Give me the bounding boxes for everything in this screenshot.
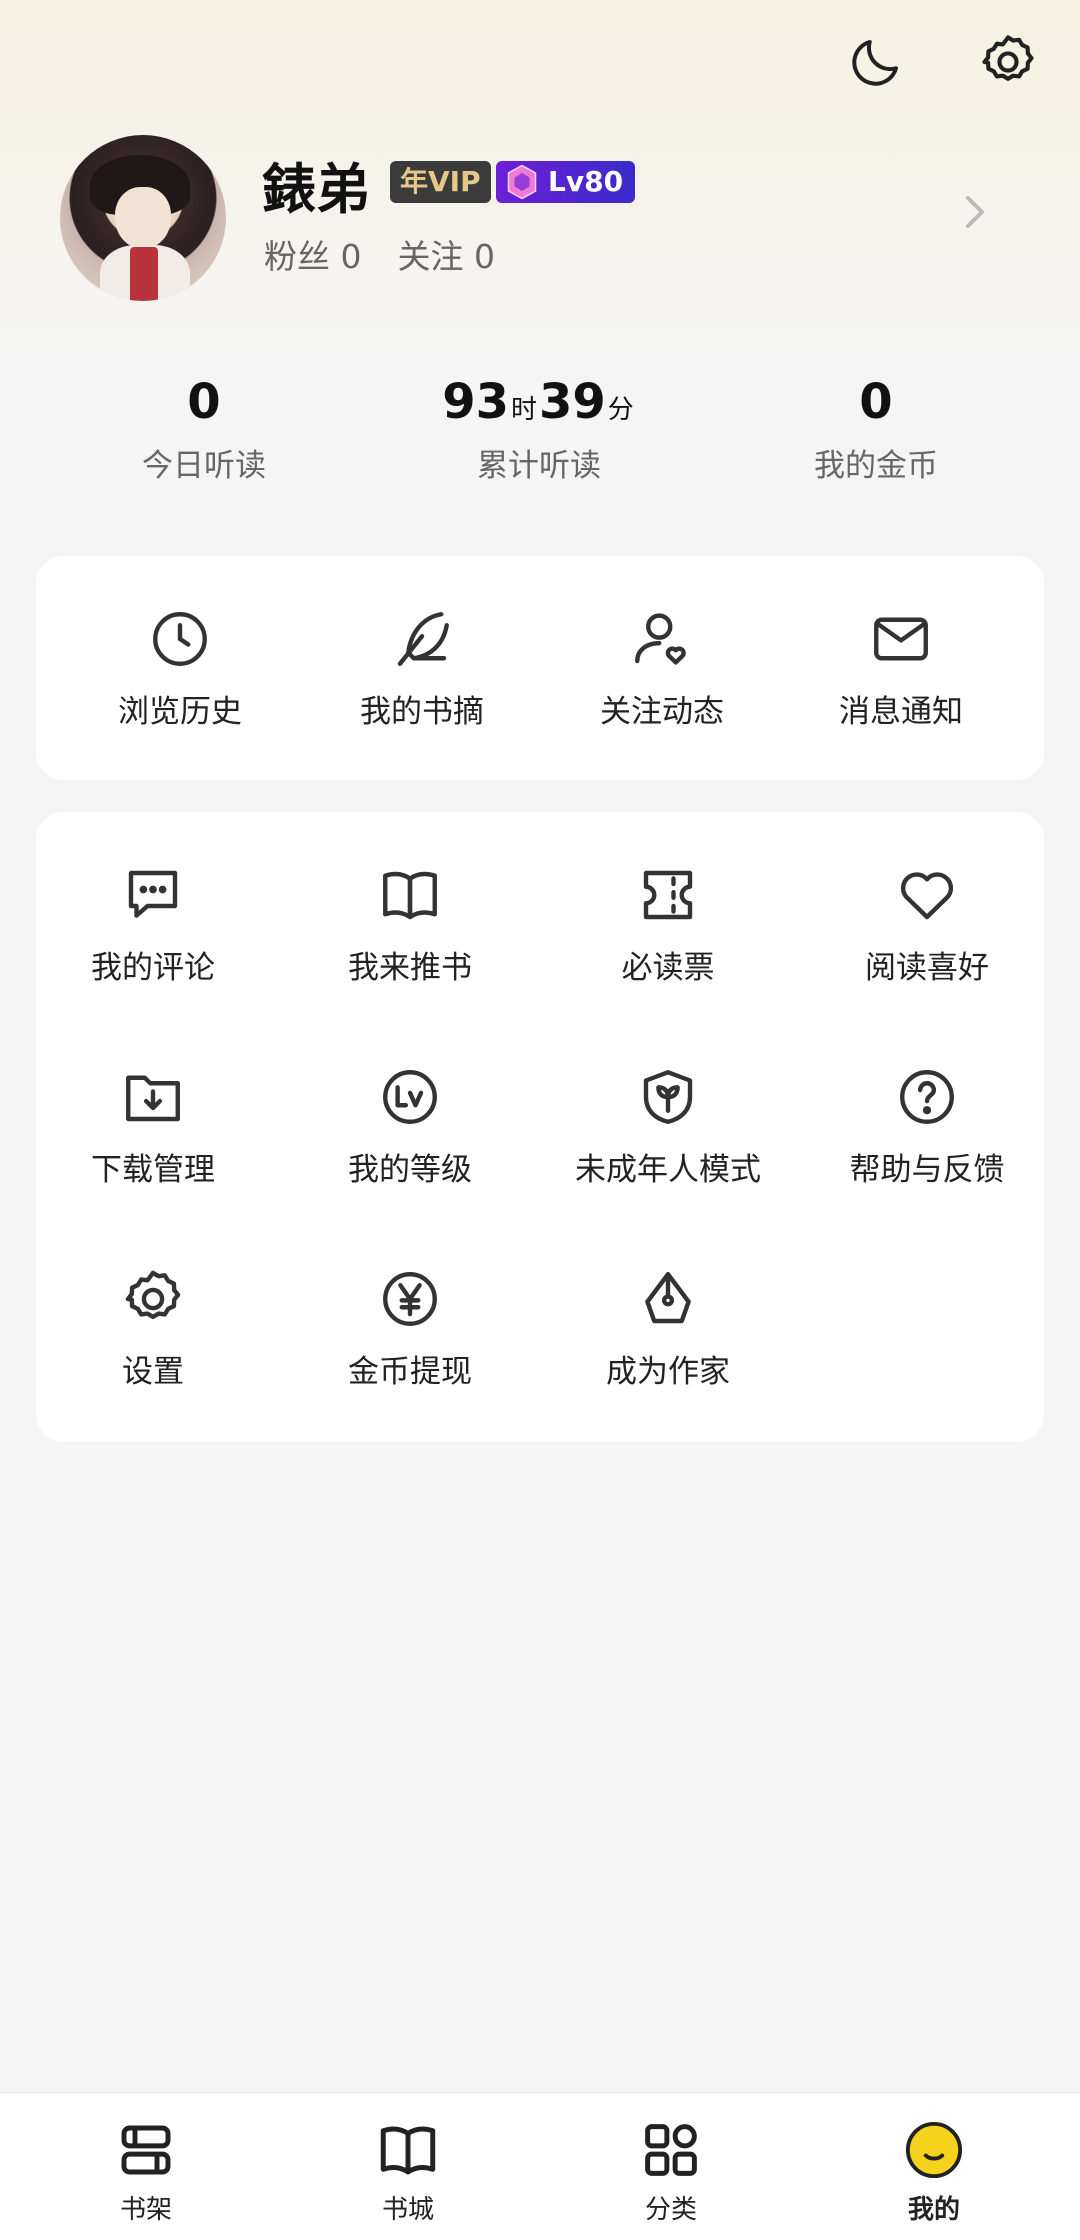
moon-icon	[852, 40, 898, 86]
menu-label: 我的书摘	[360, 694, 484, 730]
service-label: 我来推书	[348, 950, 472, 986]
stat-today-listen[interactable]: 0 今日听读	[74, 372, 334, 485]
service-label: 阅读喜好	[865, 950, 989, 986]
download-folder-icon	[126, 1075, 180, 1122]
smiley-icon	[905, 2121, 963, 2179]
stat-my-coins[interactable]: 0 我的金币	[746, 372, 1006, 485]
avatar[interactable]	[60, 135, 226, 301]
username: 錶弟	[262, 157, 370, 221]
service-label: 成为作家	[606, 1354, 730, 1390]
service-download-manager[interactable]: 下载管理	[43, 1064, 263, 1189]
menu-my-excerpts[interactable]: 我的书摘	[312, 606, 532, 731]
level-badge-text: Lv80	[548, 165, 624, 198]
stat-label: 我的金币	[814, 448, 938, 484]
service-my-level[interactable]: 我的等级	[300, 1064, 520, 1189]
chevron-right-icon	[966, 196, 984, 228]
menu-notifications[interactable]: 消息通知	[791, 606, 1011, 731]
clock-icon	[153, 612, 207, 666]
stat-value: 0	[859, 374, 893, 430]
level-icon	[383, 1070, 437, 1124]
user-heart-icon	[635, 613, 686, 665]
heart-icon	[900, 872, 954, 920]
service-my-comments[interactable]: 我的评论	[43, 862, 263, 987]
menu-label: 消息通知	[839, 694, 963, 730]
service-must-read-ticket[interactable]: 必读票	[558, 862, 778, 987]
service-teen-mode[interactable]: 未成年人模式	[558, 1064, 778, 1189]
level-badge[interactable]: Lv80	[496, 161, 636, 203]
service-label: 设置	[122, 1354, 184, 1390]
service-coin-withdraw[interactable]: 金币提现	[300, 1266, 520, 1391]
gear-icon	[125, 1270, 181, 1320]
service-settings[interactable]: 设置	[43, 1266, 263, 1391]
profile-detail-button[interactable]	[962, 192, 988, 236]
help-icon	[900, 1070, 954, 1124]
vip-badge[interactable]: 年VIP	[390, 161, 491, 203]
tab-label: 书城	[381, 2195, 434, 2225]
service-recommend-book[interactable]: 我来推书	[300, 862, 520, 987]
settings-button[interactable]	[972, 26, 1044, 98]
tab-categories[interactable]: 分类	[591, 2117, 751, 2226]
service-label: 未成年人模式	[575, 1152, 761, 1188]
ticket-icon	[643, 870, 693, 920]
follow-stats: 粉丝 0 关注 0	[264, 230, 531, 278]
open-book-icon	[383, 871, 437, 920]
book-icon	[380, 2126, 436, 2175]
bookshelf-icon	[121, 2125, 171, 2175]
menu-browse-history[interactable]: 浏览历史	[70, 606, 290, 731]
comment-icon	[128, 870, 178, 918]
service-label: 我的等级	[348, 1152, 472, 1188]
tab-mine[interactable]: 我的	[854, 2117, 1014, 2226]
tab-label: 分类	[644, 2195, 697, 2225]
stat-label: 今日听读	[142, 448, 266, 484]
service-label: 必读票	[621, 950, 715, 986]
service-label: 金币提现	[348, 1354, 472, 1390]
tab-bookshelf[interactable]: 书架	[66, 2117, 226, 2226]
feather-icon	[397, 612, 449, 666]
menu-label: 关注动态	[600, 694, 724, 730]
gear-icon	[982, 35, 1034, 81]
night-mode-button[interactable]	[840, 26, 912, 98]
bottom-tab-bar: 书架 书城 分类 我的	[0, 2092, 1080, 2240]
service-label: 下载管理	[91, 1152, 215, 1188]
pen-nib-icon	[645, 1272, 691, 1324]
tab-label: 我的	[907, 2195, 960, 2225]
tab-label: 书架	[119, 2195, 172, 2225]
stat-value: 0	[187, 374, 221, 430]
stat-total-listen[interactable]: 93时39分 累计听读	[409, 372, 669, 485]
services-card: 我的评论 我来推书 必读票 阅读喜好 下载管理 我的等级 未成年人模式 帮助与反…	[36, 812, 1044, 1442]
grid-icon	[645, 2124, 697, 2176]
fans-count[interactable]: 粉丝 0	[264, 237, 362, 276]
menu-label: 浏览历史	[118, 694, 242, 730]
menu-follow-feed[interactable]: 关注动态	[552, 606, 772, 731]
service-label: 我的评论	[91, 950, 215, 986]
service-become-writer[interactable]: 成为作家	[558, 1266, 778, 1391]
mail-icon	[874, 617, 928, 661]
stat-label: 累计听读	[477, 448, 601, 484]
service-help-feedback[interactable]: 帮助与反馈	[817, 1064, 1037, 1189]
tab-bookstore[interactable]: 书城	[328, 2117, 488, 2226]
shield-sprout-icon	[643, 1070, 693, 1124]
service-reading-preference[interactable]: 阅读喜好	[817, 862, 1037, 987]
following-count[interactable]: 关注 0	[398, 237, 496, 276]
quick-menu-card: 浏览历史 我的书摘 关注动态 消息通知	[36, 556, 1044, 780]
yen-coin-icon	[383, 1272, 437, 1326]
gem-icon	[507, 164, 537, 200]
service-label: 帮助与反馈	[849, 1152, 1005, 1188]
stat-value: 93时39分	[442, 374, 634, 430]
